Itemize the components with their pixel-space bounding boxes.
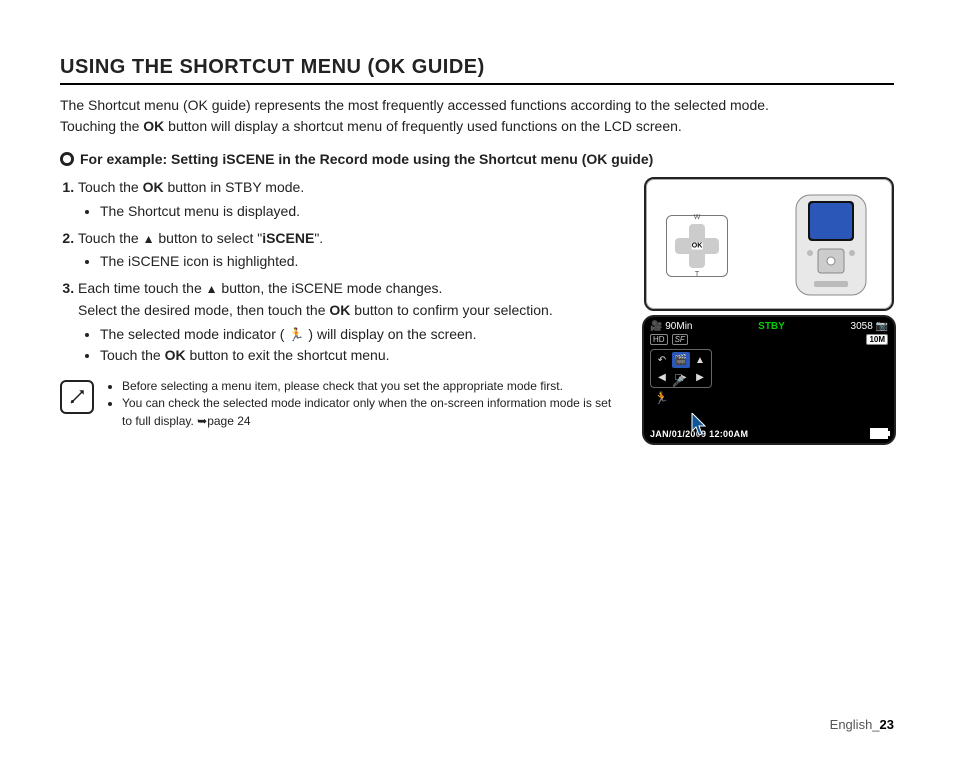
subhead-text: For example: Setting iSCENE in the Recor…	[80, 151, 653, 167]
menu-back-icon: ↶	[653, 352, 671, 368]
intro-line2b: button will display a shortcut menu of f…	[164, 118, 682, 134]
menu-right-icon: ▶	[691, 369, 709, 385]
note-1: Before selecting a menu item, please che…	[122, 378, 624, 395]
note-2: You can check the selected mode indicato…	[122, 395, 624, 430]
lcd-counter: 3058 📷	[851, 321, 888, 332]
menu-iscene-icon: 🎬	[672, 352, 690, 368]
camcorder-body-icon	[788, 191, 874, 299]
ok-word: OK	[143, 118, 164, 134]
note-icon	[60, 380, 94, 414]
lcd-time-left: 🎥 90Min	[650, 321, 692, 332]
footer-language: English	[830, 717, 873, 732]
notes-block: Before selecting a menu item, please che…	[60, 378, 624, 430]
photo-camera-icon: 📷	[876, 321, 888, 332]
battery-icon	[870, 428, 888, 439]
step-1: Touch the OK button in STBY mode. The Sh…	[78, 177, 624, 222]
step-2: Touch the ▲ button to select "iSCENE". T…	[78, 228, 624, 273]
intro-line1: The Shortcut menu (OK guide) represents …	[60, 97, 769, 113]
example-subhead: For example: Setting iSCENE in the Recor…	[60, 151, 894, 167]
device-illustration: OK W T	[644, 177, 894, 311]
steps-list: Touch the OK button in STBY mode. The Sh…	[78, 177, 624, 366]
lcd-selected-mode-icon: 🏃	[654, 391, 669, 405]
step-3-sub2: Touch the OK button to exit the shortcut…	[100, 345, 624, 366]
step-2-sub: The iSCENE icon is highlighted.	[100, 251, 624, 272]
menu-up-icon: ▲	[691, 352, 709, 368]
hd-badge: HD	[650, 334, 668, 345]
footer-page-number: 23	[880, 717, 894, 732]
up-triangle-icon: ▲	[206, 282, 218, 296]
ok-label: OK	[692, 243, 703, 250]
gear-icon	[60, 152, 74, 166]
step-3-sub1: The selected mode indicator ( 🏃 ) will d…	[100, 324, 624, 345]
intro-line2a: Touching the	[60, 118, 143, 134]
menu-left-icon: ◀	[653, 369, 671, 385]
running-man-icon: 🏃	[288, 327, 304, 342]
menu-down-icon: 🎤	[672, 377, 684, 388]
page-footer: English_23	[830, 717, 894, 732]
lcd-screenshot: 🎥 90Min STBY 3058 📷 HD SF 10M ↶	[644, 317, 894, 443]
page-title: USING THE SHORTCUT MENU (OK GUIDE)	[60, 56, 894, 85]
control-pad-illustration: OK W T	[666, 215, 728, 277]
sf-badge: SF	[672, 334, 688, 345]
step-1-sub: The Shortcut menu is displayed.	[100, 201, 624, 222]
video-camera-icon: 🎥	[650, 321, 662, 332]
up-triangle-icon: ▲	[143, 232, 155, 246]
cursor-pointer-icon	[690, 413, 708, 437]
step-3: Each time touch the ▲ button, the iSCENE…	[78, 278, 624, 365]
t-label: T	[695, 271, 699, 278]
lcd-status: STBY	[692, 321, 850, 332]
w-label: W	[694, 214, 701, 221]
intro-paragraph: The Shortcut menu (OK guide) represents …	[60, 95, 894, 137]
resolution-badge: 10M	[866, 334, 888, 345]
